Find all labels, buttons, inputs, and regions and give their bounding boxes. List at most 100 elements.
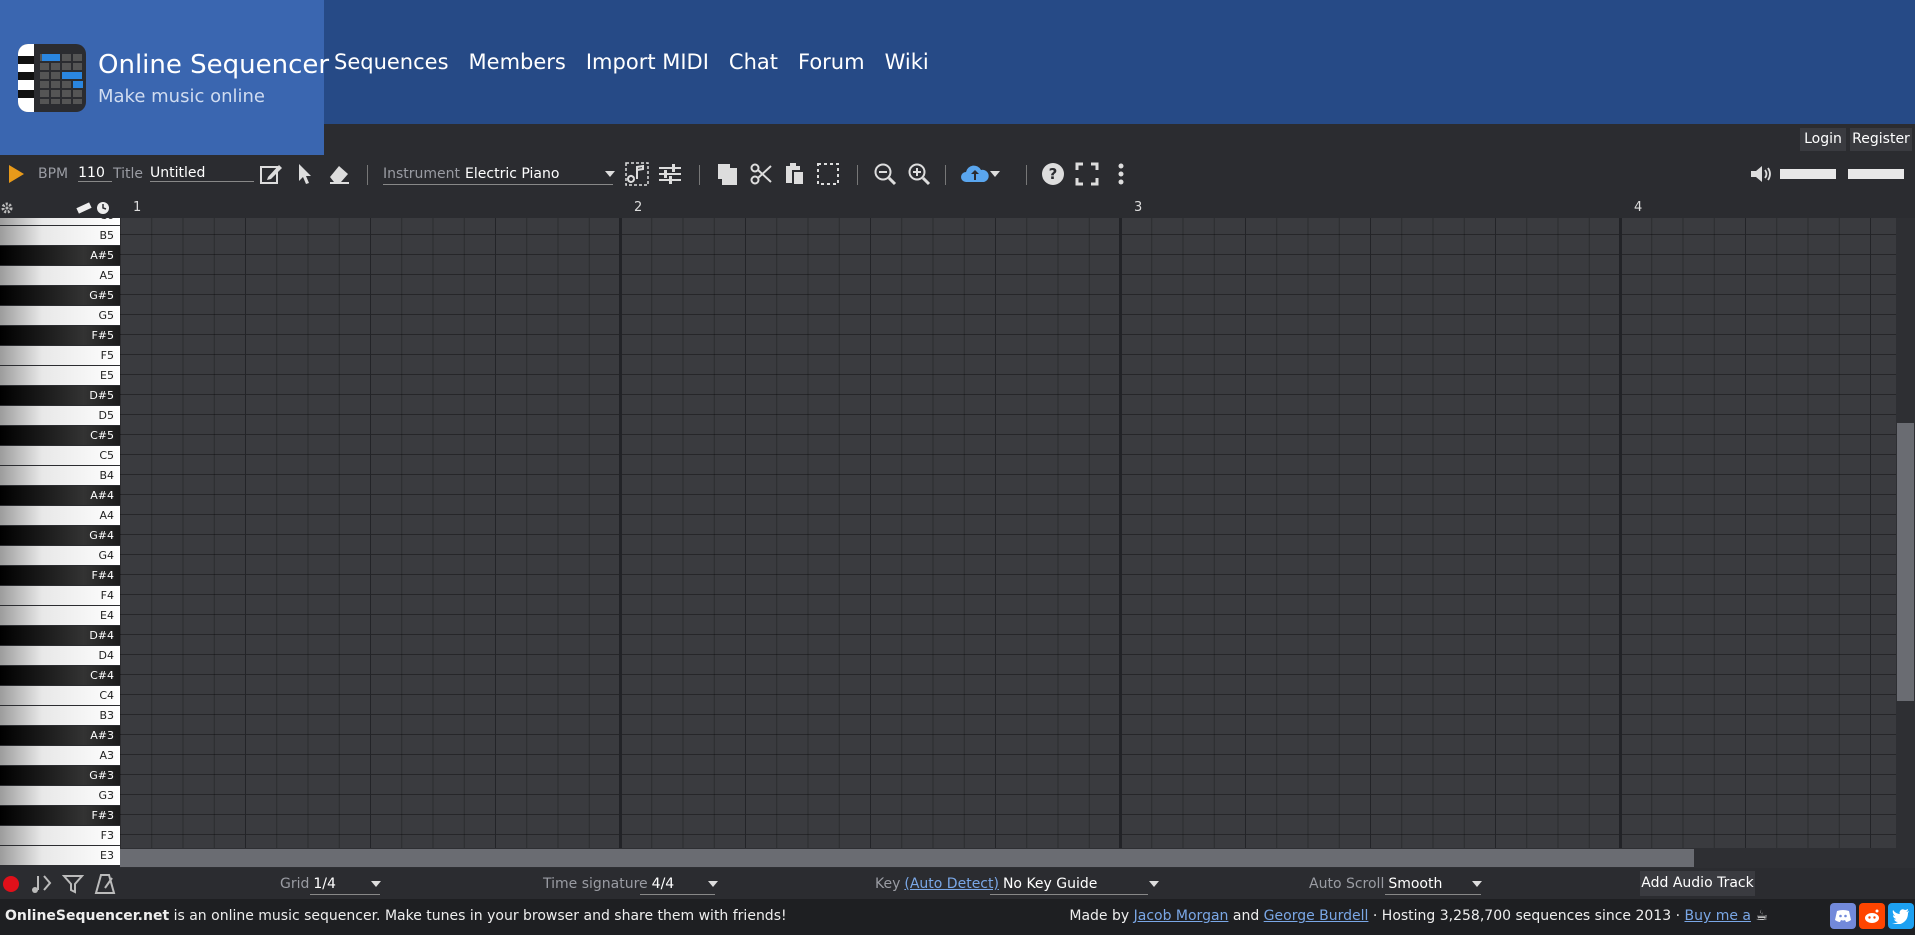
timeline-ruler[interactable]: 1 2 3 4 — [120, 198, 1901, 218]
record-icon[interactable] — [2, 875, 20, 897]
note-settings-icon[interactable] — [624, 161, 650, 187]
piano-key[interactable]: G3 — [0, 786, 120, 805]
piano-key[interactable]: C#5 — [0, 426, 120, 445]
metronome-icon[interactable] — [94, 873, 116, 899]
piano-key[interactable]: C5 — [0, 446, 120, 465]
register-button[interactable]: Register — [1850, 128, 1912, 151]
piano-key[interactable]: G#3 — [0, 766, 120, 785]
note-tool-icon[interactable] — [30, 873, 52, 899]
pointer-icon[interactable] — [292, 161, 318, 187]
piano-key[interactable]: B5 — [0, 226, 120, 245]
piano-key[interactable]: E5 — [0, 366, 120, 385]
vertical-scrollbar[interactable] — [1896, 218, 1915, 868]
volume-slider[interactable] — [1780, 169, 1836, 179]
nav-sequences[interactable]: Sequences — [334, 50, 449, 74]
ruler-icon[interactable] — [76, 200, 92, 219]
author-link-jacob-morgan[interactable]: Jacob Morgan — [1134, 908, 1229, 924]
zoom-in-icon[interactable] — [906, 161, 932, 187]
auto-scroll-select[interactable]: Auto Scroll Smooth — [1309, 872, 1483, 896]
piano-key[interactable]: F3 — [0, 826, 120, 845]
piano-key[interactable]: B4 — [0, 466, 120, 485]
scissors-icon[interactable] — [748, 161, 774, 187]
vertical-scroll-thumb[interactable] — [1897, 423, 1914, 701]
zoom-out-icon[interactable] — [872, 161, 898, 187]
filter-icon[interactable] — [61, 873, 85, 899]
piano-key[interactable]: D4 — [0, 646, 120, 665]
piano-key[interactable]: D#4 — [0, 626, 120, 645]
key-value[interactable]: No Key Guide — [1003, 876, 1137, 892]
piano-key[interactable]: G#5 — [0, 286, 120, 305]
piano-key[interactable]: G4 — [0, 546, 120, 565]
cloud-upload-icon[interactable] — [960, 161, 1002, 187]
logo-area[interactable]: Online Sequencer Make music online — [0, 0, 329, 155]
piano-key[interactable]: F#4 — [0, 566, 120, 585]
author-link-george-burdell[interactable]: George Burdell — [1264, 908, 1369, 924]
sliders-icon[interactable] — [657, 161, 683, 187]
buy-me-coffee-link[interactable]: Buy me a — [1684, 908, 1751, 924]
select-icon[interactable] — [815, 161, 841, 187]
title-input[interactable]: Untitled — [150, 165, 255, 182]
instrument-select[interactable]: Instrument Electric Piano — [383, 155, 616, 192]
add-audio-track-button[interactable]: Add Audio Track — [1640, 871, 1755, 896]
paste-icon[interactable] — [782, 161, 808, 187]
more-icon[interactable] — [1108, 161, 1134, 187]
site-subtitle: Make music online — [98, 86, 265, 107]
auto-detect-link[interactable]: (Auto Detect) — [904, 876, 999, 892]
instrument-value[interactable]: Electric Piano — [465, 166, 605, 182]
nav-import-midi[interactable]: Import MIDI — [586, 50, 709, 74]
piano-key[interactable]: A4 — [0, 506, 120, 525]
nav-forum[interactable]: Forum — [798, 50, 865, 74]
horizontal-scroll-thumb[interactable] — [120, 849, 1694, 867]
copy-icon[interactable] — [714, 161, 740, 187]
discord-icon[interactable] — [1830, 903, 1856, 929]
piano-key[interactable]: F4 — [0, 586, 120, 605]
piano-key[interactable]: G#4 — [0, 526, 120, 545]
reddit-icon[interactable] — [1859, 903, 1885, 929]
piano-key[interactable]: F#3 — [0, 806, 120, 825]
key-select[interactable]: Key (Auto Detect) No Key Guide — [875, 872, 1159, 896]
title-field[interactable]: Title Untitled — [113, 155, 255, 192]
grid-value[interactable]: 1/4 — [313, 876, 359, 892]
pencil-icon[interactable] — [258, 161, 284, 187]
piano-key[interactable]: F#5 — [0, 326, 120, 345]
grid-select[interactable]: Grid 1/4 — [280, 872, 382, 896]
piano-key[interactable]: C6 — [0, 218, 120, 225]
bpm-input[interactable]: 110 — [78, 165, 113, 182]
login-button[interactable]: Login — [1800, 128, 1846, 151]
piano-key[interactable]: A#3 — [0, 726, 120, 745]
volume-icon[interactable] — [1748, 161, 1774, 187]
auto-scroll-value[interactable]: Smooth — [1388, 876, 1460, 892]
twitter-icon[interactable] — [1888, 903, 1914, 929]
time-signature-select[interactable]: Time signature 4/4 — [543, 872, 718, 896]
clock-icon[interactable] — [96, 200, 110, 219]
piano-key[interactable]: G5 — [0, 306, 120, 325]
fullscreen-icon[interactable] — [1074, 161, 1100, 187]
piano-key[interactable]: E3 — [0, 846, 120, 865]
nav-wiki[interactable]: Wiki — [885, 50, 929, 74]
piano-key[interactable]: B3 — [0, 706, 120, 725]
eraser-icon[interactable] — [326, 161, 352, 187]
horizontal-scrollbar[interactable] — [120, 848, 1896, 868]
toolbar-divider — [857, 165, 858, 185]
piano-key[interactable]: A#4 — [0, 486, 120, 505]
nav-chat[interactable]: Chat — [729, 50, 778, 74]
piano-key[interactable]: C#4 — [0, 666, 120, 685]
piano-key[interactable]: E4 — [0, 606, 120, 625]
piano-key[interactable]: A#5 — [0, 246, 120, 265]
piano-key[interactable]: D5 — [0, 406, 120, 425]
time-signature-value[interactable]: 4/4 — [652, 876, 696, 892]
play-icon[interactable] — [3, 161, 29, 187]
piano-key[interactable]: F5 — [0, 346, 120, 365]
note-grid[interactable] — [120, 218, 1896, 848]
piano-key[interactable]: A5 — [0, 266, 120, 285]
grid-underline — [310, 894, 380, 895]
piano-key[interactable]: C4 — [0, 686, 120, 705]
bpm-field[interactable]: BPM 110 — [38, 155, 113, 192]
nav-members[interactable]: Members — [469, 50, 566, 74]
master-volume-slider[interactable] — [1848, 169, 1904, 179]
help-icon[interactable]: ? — [1040, 161, 1066, 187]
piano-key[interactable]: A3 — [0, 746, 120, 765]
gear-icon[interactable] — [0, 200, 14, 219]
grid-label: Grid — [280, 876, 310, 892]
piano-key[interactable]: D#5 — [0, 386, 120, 405]
